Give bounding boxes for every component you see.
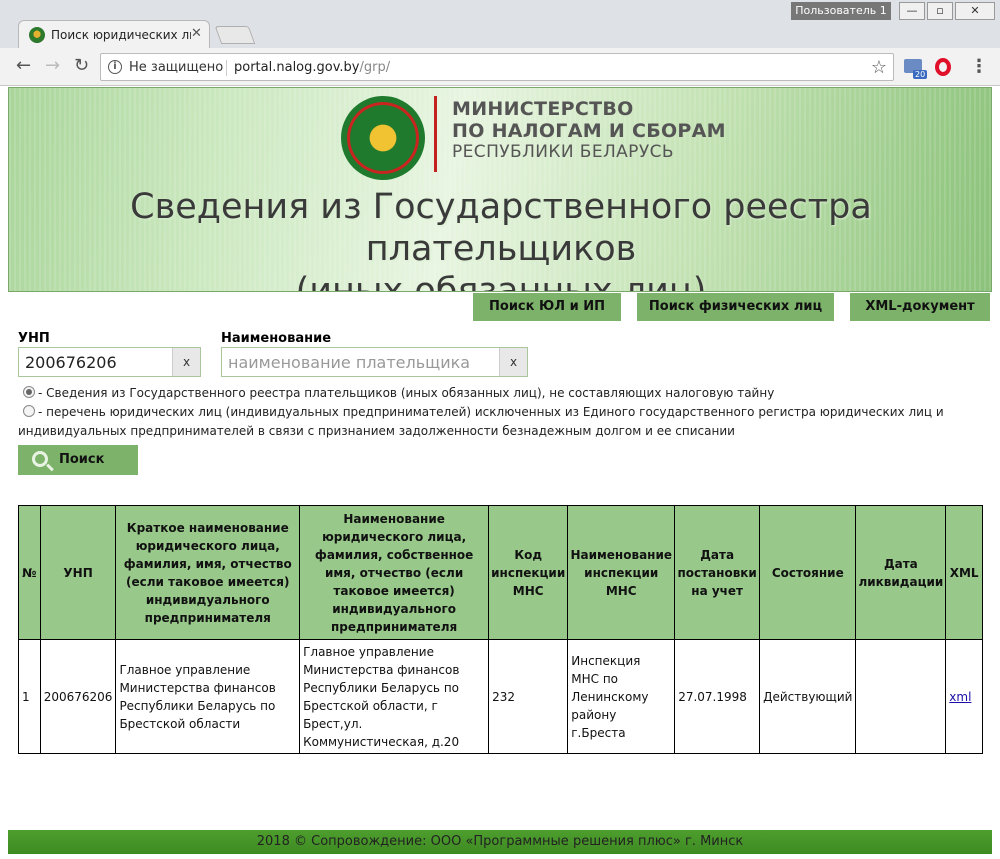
cell-inspection-code: 232 <box>488 639 569 754</box>
ministry-emblem-icon <box>341 96 425 180</box>
url-path: /grp/ <box>359 60 391 75</box>
col-number: № <box>18 505 41 640</box>
unp-input[interactable] <box>19 348 169 376</box>
page-title-line2: (иных обязанных лиц) <box>295 271 707 292</box>
mail-count-badge: 20 <box>913 70 928 79</box>
minimize-icon[interactable]: — <box>899 2 925 20</box>
name-clear-button[interactable]: x <box>499 348 527 376</box>
col-xml: XML <box>945 505 983 640</box>
magnifier-icon <box>32 451 48 467</box>
unp-label: УНП <box>18 331 50 346</box>
address-bar[interactable]: i Не защищено portal.nalog.gov.by/grp/ ☆ <box>100 53 894 81</box>
cell-short-name: Главное управление Министерства финансов… <box>115 639 301 754</box>
cell-registration-date: 27.07.1998 <box>674 639 761 754</box>
user-profile-badge[interactable]: Пользователь 1 <box>791 2 891 20</box>
url-host: portal.nalog.gov.by <box>234 60 360 75</box>
search-button[interactable]: Поиск <box>18 445 138 475</box>
cell-full-name: Главное управление Министерства финансов… <box>299 639 490 754</box>
radio-registry[interactable] <box>23 386 35 398</box>
col-liquidation-date: Дата ликвидации <box>855 505 947 640</box>
back-arrow-icon[interactable]: ← <box>16 57 31 75</box>
opera-extension-icon[interactable] <box>935 58 951 76</box>
cell-liquidation-date <box>855 639 947 754</box>
info-icon[interactable]: i <box>108 60 122 74</box>
nav-search-legal-button[interactable]: Поиск ЮЛ и ИП <box>473 293 621 321</box>
tab-title: Поиск юридических ли <box>51 28 191 42</box>
ministry-name-line2: ПО НАЛОГАМ И СБОРАМ <box>452 120 726 142</box>
radio-excluded-label-line2: индивидуальных предпринимателей в связи … <box>18 424 735 438</box>
cell-unp: 200676206 <box>39 639 117 754</box>
bookmark-star-icon[interactable]: ☆ <box>871 57 887 78</box>
close-window-icon[interactable]: ✕ <box>955 2 995 20</box>
cell-number: 1 <box>18 639 41 754</box>
search-button-label: Поиск <box>59 452 105 467</box>
site-favicon-icon <box>29 27 45 43</box>
url-divider <box>226 60 227 76</box>
site-banner: МИНИСТЕРСТВО ПО НАЛОГАМ И СБОРАМ РЕСПУБЛ… <box>8 87 992 292</box>
radio-excluded-label-line1: - перечень юридических лиц (индивидуальн… <box>38 405 944 419</box>
table-row: 1 200676206 Главное управление Министерс… <box>18 639 983 754</box>
col-registration-date: Дата постановки на учет <box>674 505 761 640</box>
nav-search-individuals-button[interactable]: Поиск физических лиц <box>637 293 834 321</box>
browser-toolbar: ← → ↻ i Не защищено portal.nalog.gov.by/… <box>0 48 1000 86</box>
url-text[interactable]: portal.nalog.gov.by/grp/ <box>234 60 390 75</box>
name-label: Наименование <box>221 331 332 346</box>
cell-xml: xml <box>945 639 983 754</box>
nav-xml-document-button[interactable]: XML-документ <box>850 293 990 321</box>
cell-status: Действующий <box>759 639 857 754</box>
radio-registry-label: - Сведения из Государственного реестра п… <box>38 386 775 400</box>
name-input[interactable] <box>222 348 496 376</box>
emblem-divider <box>434 96 437 172</box>
page-title-line1: Сведения из Государственного реестра пла… <box>130 187 872 269</box>
browser-tab[interactable]: Поиск юридических ли ✕ <box>18 20 210 48</box>
forward-arrow-icon[interactable]: → <box>45 57 60 75</box>
col-status: Состояние <box>759 505 857 640</box>
security-status: Не защищено <box>129 60 224 75</box>
col-full-name: Наименование юридического лица, фамилия,… <box>299 505 490 640</box>
results-table: № УНП Краткое наименование юридического … <box>18 505 983 754</box>
browser-titlebar: Поиск юридических ли ✕ Пользователь 1 — … <box>0 0 1000 48</box>
maximize-icon[interactable]: ▫ <box>927 2 953 20</box>
browser-menu-icon[interactable]: ⋮ <box>970 56 988 77</box>
col-inspection-code: Код инспекции МНС <box>488 505 569 640</box>
name-field-wrapper: x <box>221 347 528 377</box>
cell-inspection-name: Инспекция МНС по Ленинскому району г.Бре… <box>567 639 676 754</box>
col-short-name: Краткое наименование юридического лица, … <box>115 505 301 640</box>
new-tab-button[interactable] <box>214 26 256 44</box>
xml-download-link[interactable]: xml <box>949 690 971 704</box>
tab-close-icon[interactable]: ✕ <box>191 26 202 41</box>
page-title: Сведения из Государственного реестра пла… <box>9 186 991 292</box>
ministry-name-line1: МИНИСТЕРСТВО <box>452 98 634 120</box>
unp-field-wrapper: x <box>18 347 201 377</box>
col-unp: УНП <box>39 505 117 640</box>
col-inspection-name: Наименование инспекции МНС <box>567 505 676 640</box>
reload-icon[interactable]: ↻ <box>74 57 89 75</box>
radio-excluded-list[interactable] <box>23 405 35 417</box>
table-header-row: № УНП Краткое наименование юридического … <box>18 505 983 640</box>
page-footer: 2018 © Сопровождение: ООО «Программные р… <box>8 830 992 854</box>
ministry-name-line3: РЕСПУБЛИКИ БЕЛАРУСЬ <box>452 142 674 162</box>
unp-clear-button[interactable]: x <box>172 348 200 376</box>
